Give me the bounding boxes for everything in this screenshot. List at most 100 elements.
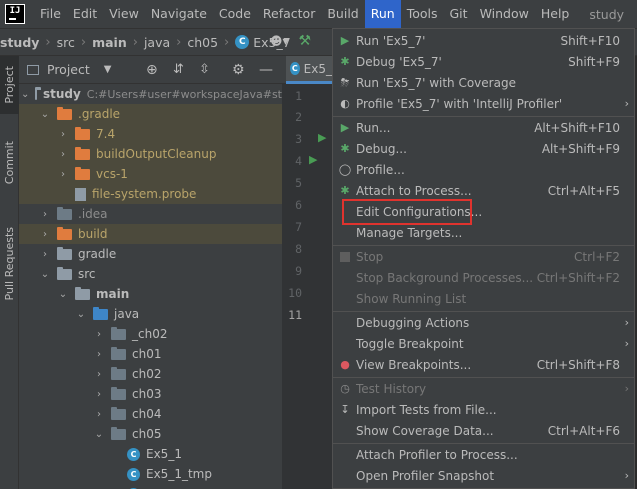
build-hammer-icon[interactable]: ⚒ <box>299 33 312 49</box>
tree-item-ex5-1-tmp[interactable]: C Ex5_1_tmp <box>19 464 282 484</box>
chevron-right-icon[interactable]: › <box>39 249 51 260</box>
chevron-down-icon[interactable]: ⌄ <box>75 309 87 320</box>
breadcrumb-main[interactable]: main <box>92 35 127 50</box>
chevron-right-icon[interactable]: › <box>93 369 105 380</box>
menu-file[interactable]: File <box>34 0 67 28</box>
breadcrumb-java[interactable]: java <box>144 35 170 50</box>
chevron-right-icon[interactable]: › <box>93 389 105 400</box>
menu-item-debugging-actions[interactable]: Debugging Actions › <box>333 312 634 333</box>
tree-item-build[interactable]: › build <box>19 224 282 244</box>
run-gutter-icon[interactable]: ▶ <box>309 153 317 166</box>
menu-item-debug[interactable]: ✱ Debug... Alt+Shift+F9 <box>333 138 634 159</box>
menu-tools[interactable]: Tools <box>401 0 444 28</box>
menu-item-test-history[interactable]: ◷ Test History › <box>333 378 634 399</box>
tool-tab-pull-requests[interactable]: Pull Requests <box>0 214 19 314</box>
tree-item-java[interactable]: ⌄ java <box>19 304 282 324</box>
menu-item-label: Manage Targets... <box>356 225 463 240</box>
chevron-right-icon[interactable]: › <box>93 329 105 340</box>
breadcrumb-src[interactable]: src <box>57 35 75 50</box>
chevron-down-icon[interactable]: ▼ <box>104 64 112 75</box>
project-panel-title[interactable]: Project <box>47 62 90 77</box>
chevron-right-icon[interactable]: › <box>57 169 69 180</box>
user-icon[interactable]: ☻▾ <box>270 34 289 48</box>
editor-tab-ex5-7[interactable]: C Ex5_ <box>286 56 332 84</box>
chevron-right-icon[interactable]: › <box>57 149 69 160</box>
tree-item-main[interactable]: ⌄ main <box>19 284 282 304</box>
menu-item-stop[interactable]: Stop Ctrl+F2 <box>333 246 634 267</box>
locate-file-icon[interactable]: ⊕ <box>146 62 158 78</box>
coverage-icon: ⛈ <box>340 75 350 89</box>
tree-item-ch04[interactable]: › ch04 <box>19 404 282 424</box>
tree-item-vcs-1[interactable]: › vcs-1 <box>19 164 282 184</box>
menu-item-view-breakpoints[interactable]: ● View Breakpoints... Ctrl+Shift+F8 <box>333 354 634 375</box>
menu-item-attach-to-process[interactable]: ✱ Attach to Process... Ctrl+Alt+F5 <box>333 180 634 201</box>
tree-item-ex5-1[interactable]: C Ex5_1 <box>19 444 282 464</box>
tree-item-ch01[interactable]: › ch01 <box>19 344 282 364</box>
menu-item-label: Stop <box>356 249 384 264</box>
menu-item-stop-background[interactable]: Stop Background Processes... Ctrl+Shift+… <box>333 267 634 288</box>
tree-item-label: ch05 <box>132 427 162 441</box>
menu-item-shortcut: Ctrl+Alt+F5 <box>547 183 620 198</box>
menu-item-open-profiler-snapshot[interactable]: Open Profiler Snapshot › <box>333 465 634 486</box>
menu-item-profile[interactable]: ◯ Profile... <box>333 159 634 180</box>
menu-item-attach-profiler[interactable]: Attach Profiler to Process... <box>333 444 634 465</box>
collapse-all-icon[interactable]: ⇳ <box>199 62 210 77</box>
chevron-right-icon[interactable]: › <box>93 349 105 360</box>
menu-item-run-with-coverage[interactable]: ⛈ Run 'Ex5_7' with Coverage <box>333 72 634 93</box>
menu-build[interactable]: Build <box>321 0 364 28</box>
chevron-down-icon[interactable]: ⌄ <box>39 269 51 280</box>
folder-icon <box>75 146 90 160</box>
tree-item-buildoutputcleanup[interactable]: › buildOutputCleanup <box>19 144 282 164</box>
gear-icon[interactable]: ⚙ <box>232 62 245 78</box>
menu-navigate[interactable]: Navigate <box>145 0 213 28</box>
tree-item-ch02[interactable]: › ch02 <box>19 364 282 384</box>
tree-item-idea[interactable]: › .idea <box>19 204 282 224</box>
menu-item-run[interactable]: ▶ Run... Alt+Shift+F10 <box>333 117 634 138</box>
chevron-down-icon[interactable]: ⌄ <box>93 429 105 440</box>
tree-item-study[interactable]: ⌄ study C:#Users#user#workspaceJava#st <box>19 84 282 104</box>
intellij-logo-icon[interactable]: IJ <box>5 4 25 24</box>
menu-view[interactable]: View <box>103 0 145 28</box>
tree-item-gradle[interactable]: › gradle <box>19 244 282 264</box>
run-gutter-icon[interactable]: ▶ <box>318 131 326 144</box>
hide-panel-icon[interactable]: — <box>259 62 273 78</box>
chevron-right-icon[interactable]: › <box>39 229 51 240</box>
menu-window[interactable]: Window <box>474 0 535 28</box>
breadcrumb-study[interactable]: study <box>0 35 39 50</box>
chevron-right-icon[interactable]: › <box>39 209 51 220</box>
chevron-down-icon[interactable]: ⌄ <box>39 109 51 120</box>
menu-help[interactable]: Help <box>535 0 576 28</box>
expand-all-icon[interactable]: ⇵ <box>173 62 184 77</box>
tree-item-ch02-underscore[interactable]: › _ch02 <box>19 324 282 344</box>
menu-item-show-running-list[interactable]: Show Running List <box>333 288 634 309</box>
tree-item-ch03[interactable]: › ch03 <box>19 384 282 404</box>
menu-item-run-ex5-7[interactable]: ▶ Run 'Ex5_7' Shift+F10 <box>333 30 634 51</box>
line-number: 5 <box>295 176 302 190</box>
menu-item-profile-with-profiler[interactable]: ◐ Profile 'Ex5_7' with 'IntelliJ Profile… <box>333 93 634 114</box>
menu-item-show-coverage-data[interactable]: Show Coverage Data... Ctrl+Alt+F6 <box>333 420 634 441</box>
tree-item-gradle-dir[interactable]: ⌄ .gradle <box>19 104 282 124</box>
tool-tab-project[interactable]: Project <box>0 56 19 114</box>
menu-item-import-tests[interactable]: ↧ Import Tests from File... <box>333 399 634 420</box>
menu-git[interactable]: Git <box>444 0 474 28</box>
chevron-down-icon[interactable]: ⌄ <box>57 289 69 300</box>
breadcrumb-ch05[interactable]: ch05 <box>187 35 218 50</box>
menu-edit[interactable]: Edit <box>67 0 103 28</box>
tree-item-partial[interactable]: C <box>19 484 282 489</box>
tree-item-src[interactable]: ⌄ src <box>19 264 282 284</box>
tool-tab-commit[interactable]: Commit <box>0 128 19 198</box>
tree-item-file-system-probe[interactable]: file-system.probe <box>19 184 282 204</box>
menu-code[interactable]: Code <box>213 0 257 28</box>
chevron-right-icon: › <box>624 97 629 110</box>
chevron-right-icon[interactable]: › <box>93 409 105 420</box>
menu-run[interactable]: Run <box>364 0 401 28</box>
tree-item-ch05[interactable]: ⌄ ch05 <box>19 424 282 444</box>
menu-item-manage-targets[interactable]: Manage Targets... <box>333 222 634 243</box>
project-tree: ⌄ study C:#Users#user#workspaceJava#st ⌄… <box>19 84 282 489</box>
tree-item-7-4[interactable]: › 7.4 <box>19 124 282 144</box>
menu-item-debug-ex5-7[interactable]: ✱ Debug 'Ex5_7' Shift+F9 <box>333 51 634 72</box>
menu-refactor[interactable]: Refactor <box>257 0 321 28</box>
menu-item-toggle-breakpoint[interactable]: Toggle Breakpoint › <box>333 333 634 354</box>
chevron-right-icon[interactable]: › <box>57 129 69 140</box>
chevron-down-icon[interactable]: ⌄ <box>21 89 29 100</box>
